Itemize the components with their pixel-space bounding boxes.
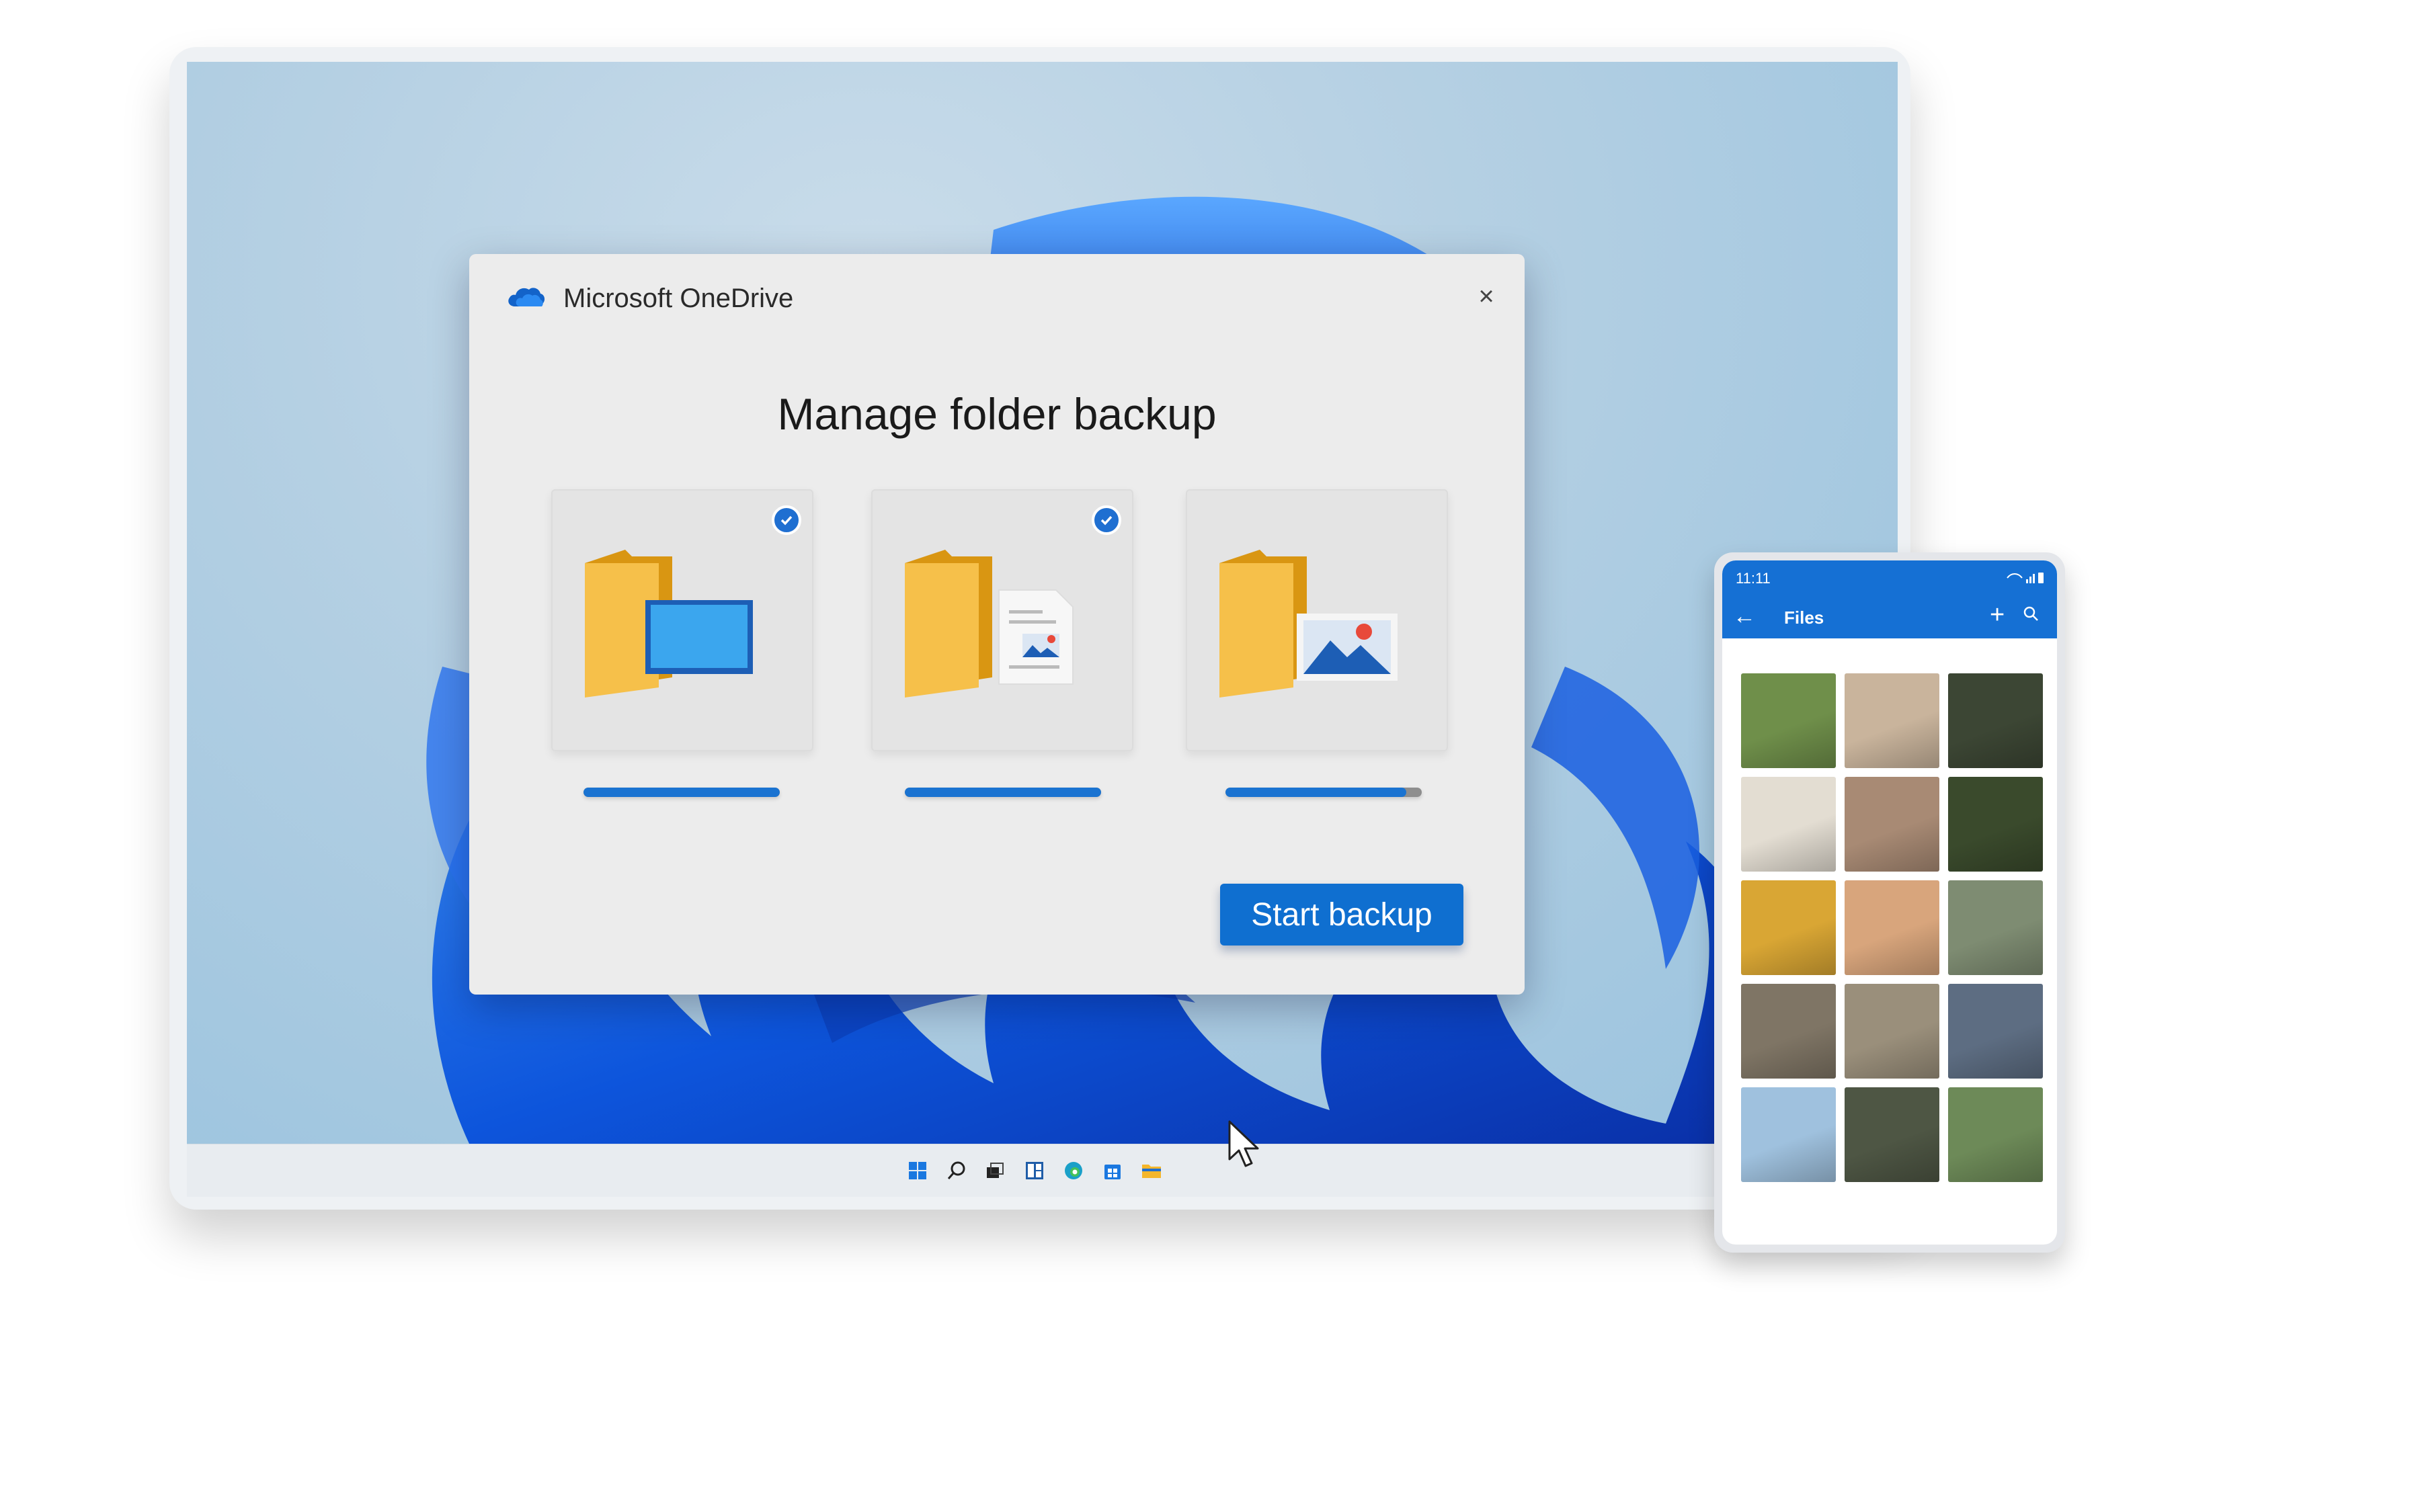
yellow-flowers-photo[interactable] — [1741, 880, 1836, 975]
onedrive-dialog: Microsoft OneDrive × Manage folder backu… — [469, 254, 1525, 995]
salad-photo[interactable] — [1948, 777, 2043, 872]
phone-search-icon[interactable] — [2022, 605, 2040, 622]
green-building-photo[interactable] — [1948, 1087, 2043, 1182]
wildflowers-photo[interactable] — [1845, 1087, 1939, 1182]
tree-field-photo[interactable] — [1741, 673, 1836, 768]
cat-stretching-photo[interactable] — [1845, 880, 1939, 975]
dialog-title: Microsoft OneDrive — [563, 284, 794, 313]
signal-battery-icon — [2007, 573, 2044, 583]
pictures-progress-bar — [1225, 788, 1422, 797]
kitten-photo[interactable] — [1741, 984, 1836, 1079]
food-bowl-photo[interactable] — [1948, 673, 2043, 768]
add-icon[interactable]: + — [1990, 601, 2005, 630]
edge-icon[interactable] — [1062, 1159, 1085, 1182]
pictures-folder-card[interactable] — [1186, 489, 1448, 751]
pictures-folder-icon — [1219, 550, 1398, 698]
phone-screen-title: Files — [1784, 607, 1824, 628]
search-icon[interactable] — [945, 1159, 968, 1182]
family-photo[interactable] — [1845, 984, 1939, 1079]
back-arrow-icon[interactable]: ← — [1733, 603, 1756, 630]
coffee-cup-photo[interactable] — [1845, 673, 1939, 768]
widgets-icon[interactable] — [1023, 1159, 1046, 1182]
close-icon: × — [1478, 281, 1494, 311]
close-button[interactable]: × — [1471, 281, 1502, 312]
phone-clock: 11:11 — [1736, 570, 1771, 587]
start-icon[interactable] — [906, 1159, 929, 1182]
phone-device: 11:11 ← Files + — [1714, 552, 2065, 1253]
taskbar — [187, 1144, 1898, 1197]
dialog-heading: Manage folder backup — [777, 389, 1217, 439]
photo-grid — [1741, 673, 2043, 1182]
person-closeup-photo[interactable] — [1948, 984, 2043, 1079]
mouse-cursor-icon — [1228, 1120, 1259, 1167]
sky-clouds-photo[interactable] — [1741, 1087, 1836, 1182]
phone-screen: 11:11 ← Files + — [1722, 560, 2057, 1245]
documents-folder-card[interactable] — [871, 489, 1133, 751]
task-view-icon[interactable] — [984, 1159, 1007, 1182]
store-icon[interactable] — [1101, 1159, 1124, 1182]
architecture-photo[interactable] — [1845, 777, 1939, 872]
file-explorer-icon[interactable] — [1140, 1159, 1163, 1182]
people-walking-photo[interactable] — [1948, 880, 2043, 975]
onedrive-cloud-icon — [508, 288, 545, 306]
documents-progress-bar — [905, 788, 1101, 797]
ceramics-photo[interactable] — [1741, 777, 1836, 872]
phone-app-bar: ← Files + — [1722, 595, 2057, 638]
start-backup-button[interactable]: Start backup — [1220, 884, 1463, 946]
desktop-folder-card[interactable] — [551, 489, 813, 751]
phone-status-bar: 11:11 — [1722, 560, 2057, 595]
checkmark-icon — [1092, 505, 1121, 535]
checkmark-icon — [772, 505, 801, 535]
desktop-progress-bar — [583, 788, 780, 797]
